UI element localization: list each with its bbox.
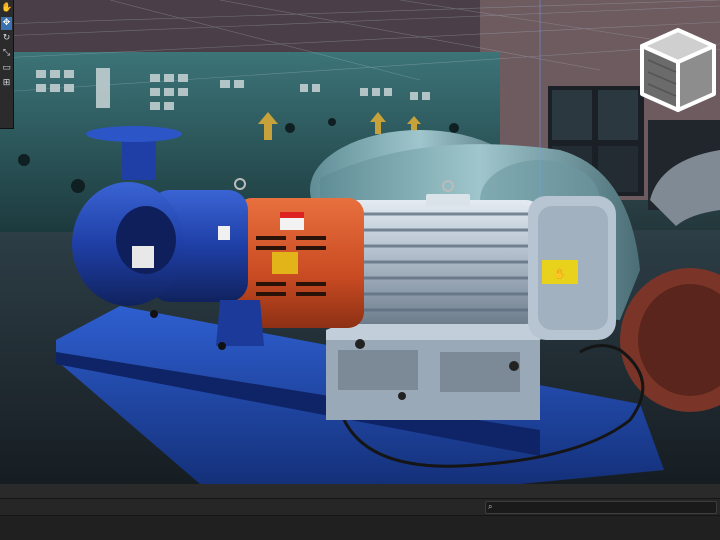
hand-tool-icon[interactable]: ✋ (1, 2, 12, 15)
panel-header (0, 484, 720, 499)
scene-viewport[interactable]: ✋ ✋ ✥ ↻ ⤡ ▭ ⊞ (0, 0, 720, 484)
pump-label (132, 246, 154, 268)
pump-inlet-pipe (122, 136, 156, 180)
search-icon: ⌕ (488, 502, 493, 511)
hazard-sticker (272, 252, 298, 274)
panel-content (0, 516, 720, 540)
scene-render: ✋ (0, 0, 720, 484)
view-gizmo[interactable] (636, 24, 720, 118)
rect-tool-icon[interactable]: ▭ (1, 62, 12, 75)
svg-text:✋: ✋ (554, 267, 566, 280)
search-input[interactable]: ⌕ (485, 501, 717, 514)
move-tool-icon[interactable]: ✥ (1, 17, 12, 30)
rotate-tool-icon[interactable]: ↻ (1, 32, 12, 45)
tool-palette: ✋ ✥ ↻ ⤡ ▭ ⊞ (0, 0, 14, 129)
pump-inlet-flange (86, 126, 182, 142)
transform-tool-icon[interactable]: ⊞ (1, 77, 12, 90)
scale-tool-icon[interactable]: ⤡ (1, 47, 12, 60)
editor-bottom-panel: ⌕ (0, 484, 720, 540)
search-toolbar: ⌕ (0, 499, 720, 516)
